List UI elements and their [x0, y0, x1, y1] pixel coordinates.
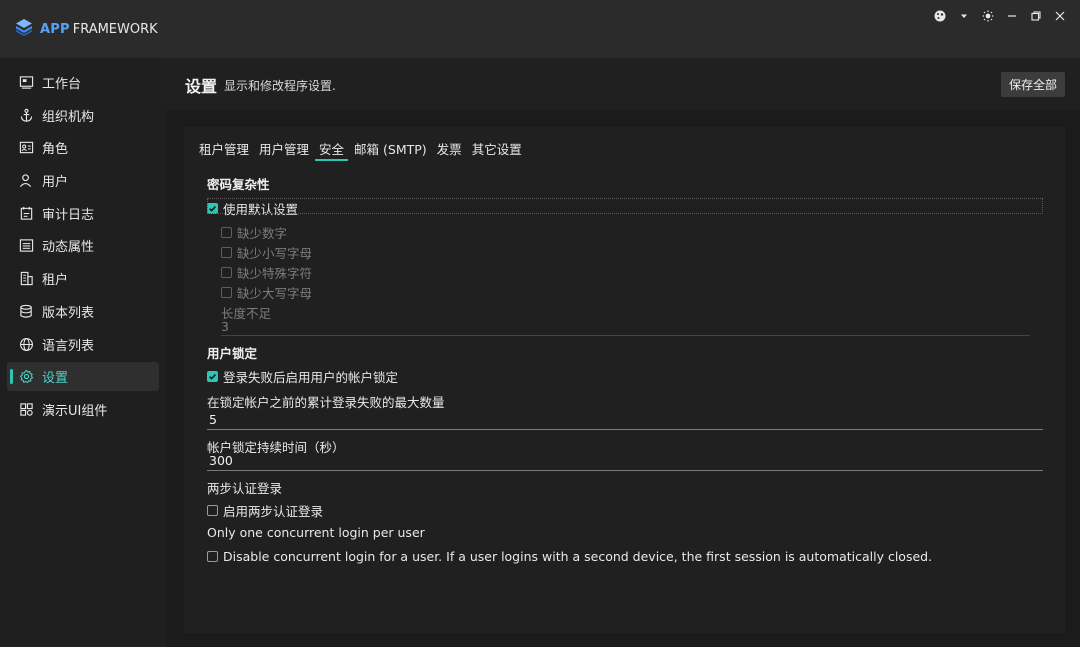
- checkbox-icon: [221, 287, 232, 298]
- sidebar-item-languages[interactable]: 语言列表: [7, 330, 159, 359]
- sidebar-item-label: 角色: [42, 142, 69, 158]
- sidebar-item-settings[interactable]: 设置: [7, 362, 159, 392]
- two-factor-title: 两步认证登录: [207, 481, 283, 496]
- checkbox-checked-icon: [207, 371, 218, 382]
- gear-icon: [18, 369, 34, 385]
- sidebar-item-roles[interactable]: 角色: [7, 133, 159, 162]
- settings-tabs: 租户管理 用户管理 安全 邮箱 (SMTP) 发票 其它设置: [199, 139, 532, 161]
- user-lockout-title: 用户锁定: [207, 346, 258, 361]
- main-area: 设置 显示和修改程序设置. 保存全部 租户管理 用户管理 安全 邮箱 (SMTP…: [166, 58, 1080, 647]
- max-failed-attempts-underline: [207, 429, 1043, 430]
- sidebar-item-label: 工作台: [42, 77, 82, 92]
- restore-icon[interactable]: [1024, 6, 1048, 26]
- minimize-icon[interactable]: [1000, 6, 1024, 26]
- list-icon: [18, 238, 34, 254]
- sidebar-item-label: 语言列表: [42, 338, 95, 354]
- title-bar: APP FRAMEWORK: [0, 0, 1080, 58]
- sidebar-item-label: 版本列表: [42, 305, 95, 321]
- building-icon: [18, 271, 34, 287]
- chevron-down-icon[interactable]: [952, 6, 976, 26]
- require-uppercase-label: 缺少大写字母: [237, 286, 313, 301]
- concurrent-login-title: Only one concurrent login per user: [207, 525, 425, 540]
- sidebar-item-label: 设置: [42, 371, 69, 387]
- enable-two-factor-checkbox[interactable]: 启用两步认证登录: [207, 501, 323, 520]
- lockout-duration-input[interactable]: 300: [209, 453, 233, 468]
- user-icon: [18, 173, 34, 189]
- sidebar-item-users[interactable]: 用户: [7, 166, 159, 195]
- enable-lockout-label: 登录失败后启用用户的帐户锁定: [223, 370, 399, 385]
- sidebar-item-label: 演示UI组件: [42, 403, 108, 419]
- checkbox-icon: [207, 551, 218, 562]
- page-title: 设置: [185, 77, 218, 96]
- sidebar-item-editions[interactable]: 版本列表: [7, 297, 159, 326]
- app-brand: APP FRAMEWORK: [14, 19, 158, 39]
- require-lowercase-label: 缺少小写字母: [237, 246, 313, 261]
- database-icon: [18, 303, 34, 319]
- globe-icon: [18, 336, 34, 352]
- app-logo-icon: [14, 17, 34, 41]
- require-lowercase-checkbox[interactable]: 缺少小写字母: [221, 243, 312, 262]
- page-description: 显示和修改程序设置.: [224, 79, 336, 93]
- sidebar-item-label: 动态属性: [42, 240, 95, 256]
- lockout-duration-underline: [207, 470, 1043, 471]
- sidebar-item-audit-logs[interactable]: 审计日志: [7, 199, 159, 228]
- grid-icon: [18, 401, 34, 417]
- enable-two-factor-label: 启用两步认证登录: [223, 504, 324, 519]
- settings-panel: 租户管理 用户管理 安全 邮箱 (SMTP) 发票 其它设置 密码复杂性 使用默…: [184, 127, 1065, 633]
- brand-app-text: APP: [40, 21, 70, 37]
- sidebar-item-label: 租户: [42, 273, 69, 289]
- sidebar-item-dynamic-properties[interactable]: 动态属性: [7, 231, 159, 260]
- tab-other-settings[interactable]: 其它设置: [472, 139, 527, 161]
- required-length-underline: [221, 335, 1030, 336]
- theme-icon[interactable]: [928, 6, 952, 26]
- require-digit-label: 缺少数字: [237, 226, 288, 241]
- window-controls: [928, 6, 1072, 26]
- max-failed-attempts-label: 在锁定帐户之前的累计登录失败的最大数量: [207, 395, 445, 410]
- disable-concurrent-login-label: Disable concurrent login for a user. If …: [223, 549, 933, 564]
- tab-email-smtp[interactable]: 邮箱 (SMTP): [354, 139, 432, 161]
- sidebar-item-organization[interactable]: 组织机构: [7, 101, 159, 130]
- sidebar-item-label: 用户: [42, 175, 69, 191]
- enable-lockout-checkbox[interactable]: 登录失败后启用用户的帐户锁定: [207, 367, 398, 386]
- sidebar-item-label: 组织机构: [42, 109, 95, 125]
- password-complexity-title: 密码复杂性: [207, 177, 270, 192]
- require-special-char-checkbox[interactable]: 缺少特殊字符: [221, 263, 312, 282]
- tab-user-management[interactable]: 用户管理: [259, 139, 314, 161]
- required-length-input[interactable]: 3: [221, 319, 229, 334]
- sidebar-item-dashboard[interactable]: 工作台: [7, 68, 159, 97]
- dashboard-icon: [18, 75, 34, 91]
- focus-outline: [207, 198, 1043, 214]
- anchor-icon: [18, 107, 34, 123]
- tab-security[interactable]: 安全: [315, 139, 349, 161]
- page-header: 设置 显示和修改程序设置. 保存全部: [166, 58, 1080, 110]
- save-all-button[interactable]: 保存全部: [1000, 72, 1065, 97]
- checkbox-icon: [207, 505, 218, 516]
- require-digit-checkbox[interactable]: 缺少数字: [221, 223, 287, 242]
- id-card-icon: [18, 140, 34, 156]
- calendar-icon: [18, 205, 34, 221]
- sidebar-item-tenants[interactable]: 租户: [7, 264, 159, 293]
- sidebar-item-label: 审计日志: [42, 207, 95, 223]
- checkbox-icon: [221, 267, 232, 278]
- sun-icon[interactable]: [976, 6, 1000, 26]
- sidebar-item-ui-components[interactable]: 演示UI组件: [7, 395, 159, 424]
- tab-tenant-management[interactable]: 租户管理: [199, 139, 254, 161]
- sidebar: 工作台 组织机构 角色 用户 审计日志 动态属性 租户 版本列表 语言列表 设置…: [0, 58, 166, 647]
- close-icon[interactable]: [1048, 6, 1072, 26]
- tab-invoice[interactable]: 发票: [437, 139, 467, 161]
- checkbox-icon: [221, 227, 232, 238]
- brand-framework-text: FRAMEWORK: [72, 21, 158, 37]
- disable-concurrent-login-checkbox[interactable]: Disable concurrent login for a user. If …: [207, 549, 932, 564]
- max-failed-attempts-input[interactable]: 5: [209, 412, 217, 427]
- checkbox-icon: [221, 247, 232, 258]
- require-special-char-label: 缺少特殊字符: [237, 266, 313, 281]
- require-uppercase-checkbox[interactable]: 缺少大写字母: [221, 283, 312, 302]
